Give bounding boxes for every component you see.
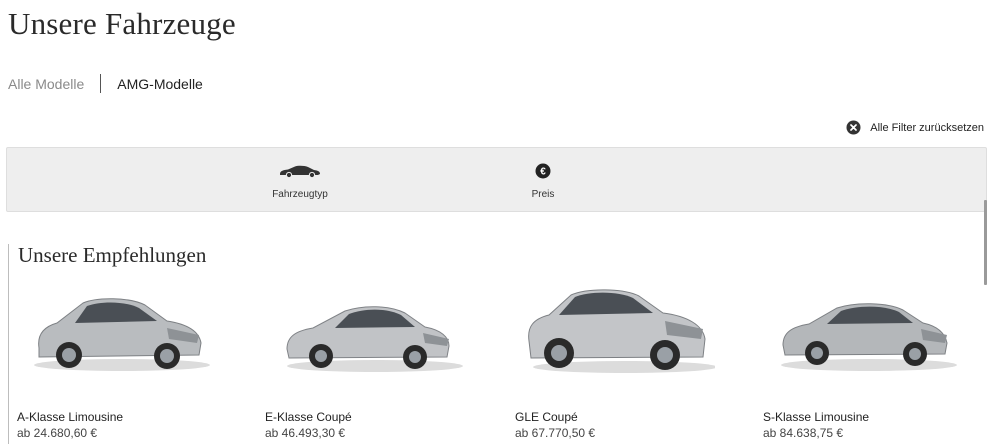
car-name: E-Klasse Coupé — [265, 410, 352, 424]
page-title: Unsere Fahrzeuge — [8, 6, 236, 41]
car-card-s-klasse[interactable]: S-Klasse Limousine ab 84.638,75 € — [763, 283, 990, 444]
car-image — [286, 306, 463, 372]
tab-divider — [100, 74, 102, 93]
car-price: ab 24.680,60 € — [17, 426, 98, 440]
model-tabs: Alle Modelle AMG-Modelle — [8, 74, 203, 93]
car-card-e-klasse-coupe[interactable]: E-Klasse Coupé ab 46.493,30 € — [265, 283, 495, 444]
scrollbar-thumb[interactable] — [984, 200, 987, 285]
car-card-a-klasse[interactable]: A-Klasse Limousine ab 24.680,60 € — [17, 283, 247, 444]
car-name: S-Klasse Limousine — [763, 410, 870, 424]
recommendations-title: Unsere Empfehlungen — [18, 243, 207, 267]
tab-amg-models[interactable]: AMG-Modelle — [117, 76, 203, 92]
car-icon — [250, 162, 350, 180]
section-divider — [8, 244, 9, 444]
reset-filters-label: Alle Filter zurücksetzen — [870, 121, 984, 134]
filter-vehicle-type-label: Fahrzeugtyp — [272, 189, 328, 200]
tab-all-models[interactable]: Alle Modelle — [8, 76, 84, 92]
filter-price-label: Preis — [531, 189, 555, 200]
car-image — [34, 298, 210, 371]
car-name: GLE Coupé — [515, 410, 578, 424]
svg-text:€: € — [540, 167, 546, 178]
car-image — [528, 289, 715, 373]
close-circle-icon — [846, 120, 861, 135]
car-price: ab 46.493,30 € — [265, 426, 346, 440]
car-image — [781, 303, 957, 371]
car-card-gle-coupe[interactable]: GLE Coupé ab 67.770,50 € — [515, 283, 745, 444]
car-price: ab 67.770,50 € — [515, 426, 596, 440]
filter-price[interactable]: € Preis — [493, 162, 593, 200]
filter-bar: Fahrzeugtyp € Preis — [6, 147, 987, 212]
euro-icon: € — [493, 162, 593, 180]
car-price: ab 84.638,75 € — [763, 426, 844, 440]
reset-filters-button[interactable]: Alle Filter zurücksetzen — [846, 120, 984, 135]
car-name: A-Klasse Limousine — [17, 410, 124, 424]
filter-vehicle-type[interactable]: Fahrzeugtyp — [250, 162, 350, 200]
